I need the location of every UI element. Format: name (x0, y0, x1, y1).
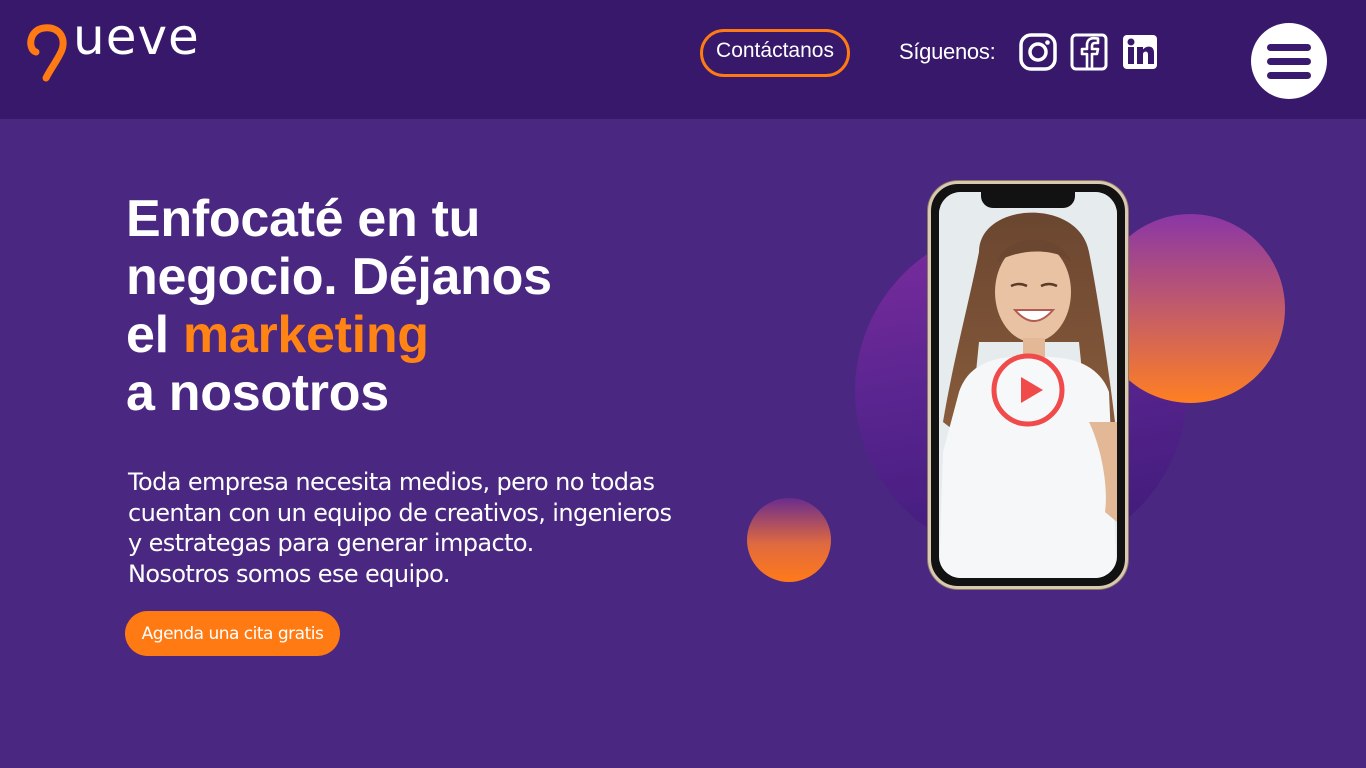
site-header: ueve Contáctanos Síguenos: (0, 0, 1366, 119)
phone-notch (981, 192, 1075, 208)
menu-bar (1267, 71, 1311, 79)
description-line-4: Nosotros somos ese equipo. (128, 559, 450, 588)
menu-button[interactable] (1251, 23, 1327, 99)
phone-screen (939, 192, 1117, 578)
brand-logo[interactable]: ueve (26, 12, 236, 84)
headline-prefix: el (126, 306, 183, 364)
schedule-appointment-button[interactable]: Agenda una cita gratis (125, 611, 340, 656)
headline-accent: marketing (182, 306, 429, 364)
headline-line-2: negocio. Déjanos (126, 248, 552, 306)
description-line-3: y estrategas para generar impacto. (128, 529, 534, 557)
headline-line-4: a nosotros (126, 364, 389, 422)
description-line-1: Toda empresa necesita medios, pero no to… (128, 468, 655, 496)
phone-mockup (928, 181, 1128, 589)
logo-text: ueve (73, 8, 200, 66)
headline-line-3: el marketing (126, 306, 726, 364)
facebook-icon[interactable] (1070, 33, 1108, 71)
play-video-icon[interactable] (990, 352, 1066, 428)
description-line-2: cuentan con un equipo de creativos, inge… (128, 498, 672, 527)
follow-label: Síguenos: (899, 39, 996, 64)
headline-line-1: Enfocaté en tu (126, 190, 481, 248)
linkedin-icon[interactable] (1121, 33, 1159, 71)
decorative-circle-small (747, 498, 831, 582)
hero-headline: Enfocaté en tu negocio. Déjanos el marke… (126, 190, 726, 422)
logo-mark-icon (27, 24, 67, 82)
menu-bar (1267, 43, 1311, 51)
instagram-icon[interactable] (1019, 33, 1057, 71)
hero-description: Toda empresa necesita medios, pero no to… (128, 467, 748, 589)
contact-button[interactable]: Contáctanos (700, 29, 850, 77)
menu-bar (1267, 57, 1311, 65)
